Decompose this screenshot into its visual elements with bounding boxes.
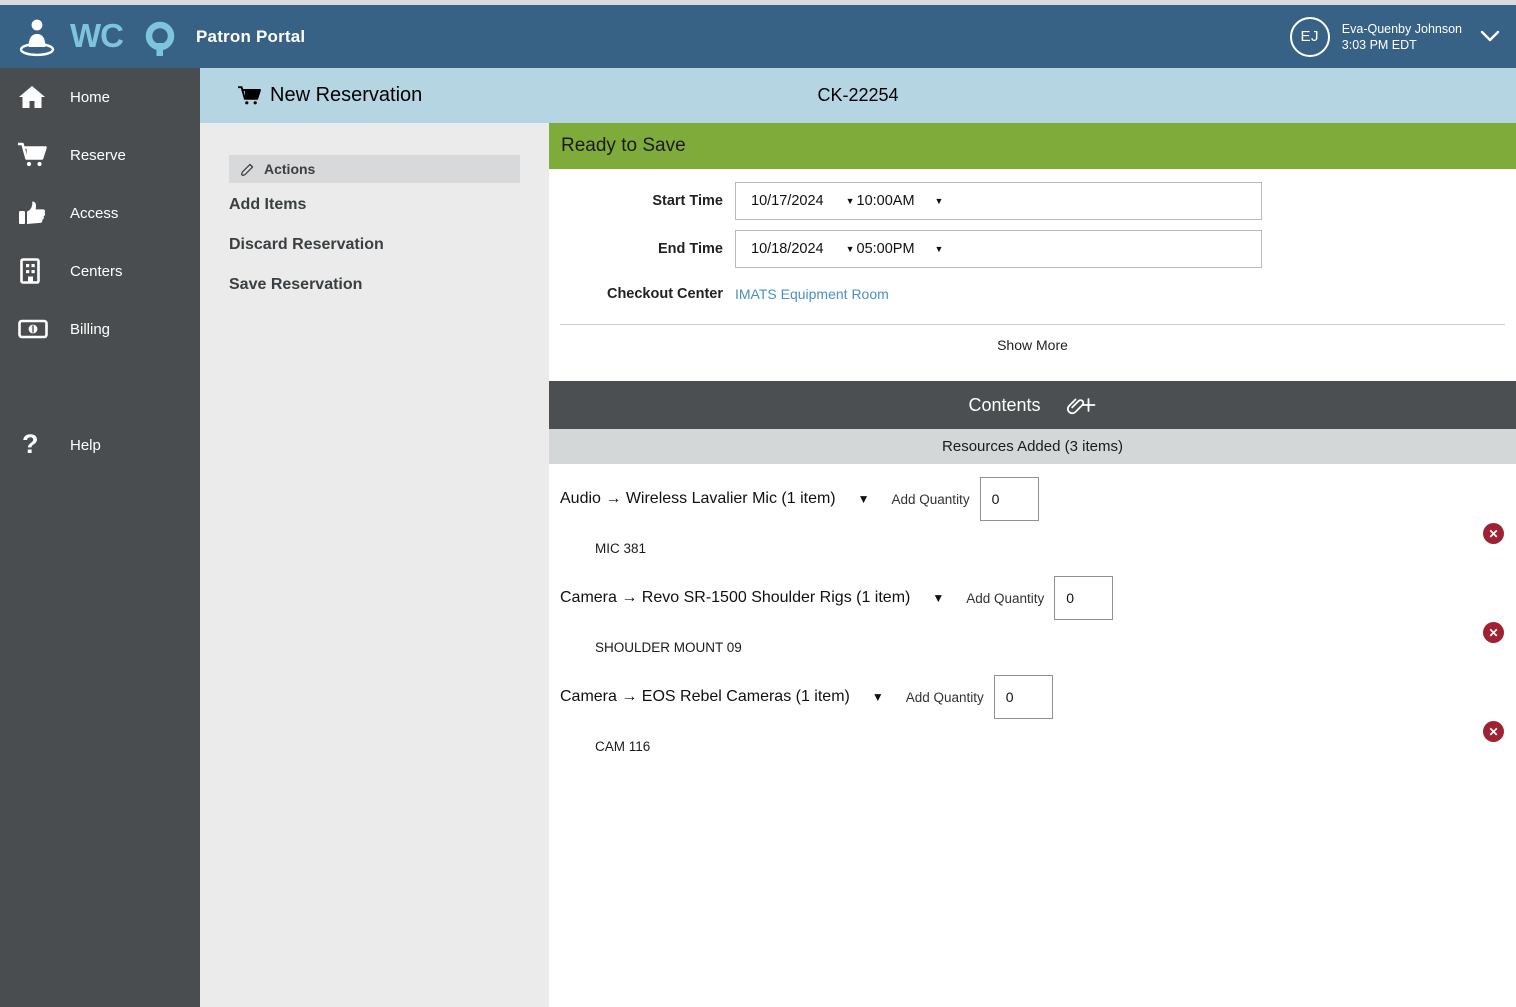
home-icon	[18, 84, 54, 110]
user-time: 3:03 PM EDT	[1341, 37, 1417, 52]
caret-down-icon[interactable]: ▼	[935, 244, 944, 254]
start-time-value[interactable]: 10:00AM	[857, 193, 915, 209]
checkout-center-label: Checkout Center	[606, 286, 723, 302]
action-add-items[interactable]: Add Items	[229, 196, 306, 214]
sidebar-item-label: Centers	[70, 262, 123, 280]
sidebar-item-billing[interactable]: Billing	[0, 300, 200, 358]
wco-wordmark: WC	[70, 17, 182, 57]
resource-item-tag: MIC 381	[595, 541, 647, 556]
end-time-field[interactable]: 10/18/2024 ▼ 05:00PM ▼	[735, 230, 1262, 268]
remove-circle-icon[interactable]: ✕	[1483, 721, 1504, 742]
sidebar-item-centers[interactable]: Centers	[0, 242, 200, 300]
add-quantity-input[interactable]	[979, 477, 1039, 521]
action-save-reservation[interactable]: Save Reservation	[229, 276, 362, 294]
remove-circle-icon[interactable]: ✕	[1483, 523, 1504, 544]
end-time-value[interactable]: 05:00PM	[857, 241, 915, 257]
remove-circle-icon[interactable]: ✕	[1483, 622, 1504, 643]
main-content: Ready to Save Start Time 10/17/2024 ▼ 10…	[549, 123, 1516, 1007]
caret-down-icon[interactable]: ▼	[846, 196, 855, 206]
thumbs-up-icon	[18, 200, 54, 226]
end-time-row: End Time 10/18/2024 ▼ 05:00PM ▼	[549, 230, 1516, 268]
resource-row: Camera → Revo SR-1500 Shoulder Rigs (1 i…	[549, 572, 1516, 624]
sidebar-nav: Home Reserve Access Centers Billing ? He…	[0, 68, 200, 1007]
add-quantity-input[interactable]	[1054, 576, 1114, 620]
page-title: New Reservation	[238, 84, 422, 107]
sidebar-item-label: Access	[70, 204, 119, 222]
status-banner: Ready to Save	[549, 123, 1516, 169]
wco-person-logo-icon	[14, 15, 60, 59]
pencil-icon	[240, 162, 255, 177]
caret-down-icon[interactable]: ▼	[932, 591, 944, 605]
checkout-center-link[interactable]: IMATS Equipment Room	[735, 286, 889, 302]
question-mark-icon: ?	[18, 431, 54, 459]
reservation-form: Start Time 10/17/2024 ▼ 10:00AM ▼ End Ti…	[549, 169, 1516, 365]
caret-down-icon[interactable]: ▼	[872, 690, 884, 704]
contents-header: Contents	[549, 381, 1516, 429]
paperclip-plus-icon[interactable]	[1063, 394, 1097, 416]
end-date-value[interactable]: 10/18/2024	[751, 241, 824, 257]
show-more-button[interactable]: Show More	[549, 325, 1516, 365]
resource-name: Audio → Wireless Lavalier Mic (1 item)	[560, 490, 836, 507]
resource-item-tag: CAM 116	[595, 739, 651, 754]
shopping-cart-icon	[18, 142, 54, 168]
resource-list: Audio → Wireless Lavalier Mic (1 item) ▼…	[549, 464, 1516, 770]
sidebar-item-label: Help	[70, 436, 101, 454]
brand-logo[interactable]: WC Patron Portal	[0, 15, 305, 59]
actions-heading: Actions	[229, 155, 520, 183]
sidebar-item-label: Reserve	[70, 146, 126, 164]
page-title-text: New Reservation	[270, 84, 423, 106]
sidebar-item-label: Billing	[70, 320, 111, 338]
user-name: Eva-Quenby Johnson	[1341, 21, 1462, 36]
product-name: Patron Portal	[196, 26, 306, 46]
resource-name: Camera → Revo SR-1500 Shoulder Rigs (1 i…	[560, 589, 911, 606]
sidebar-item-label: Home	[70, 88, 111, 106]
action-discard-reservation[interactable]: Discard Reservation	[229, 236, 384, 254]
resources-added-label: Resources Added (3 items)	[549, 429, 1516, 464]
start-date-value[interactable]: 10/17/2024	[751, 193, 824, 209]
checkout-center-row: Checkout Center IMATS Equipment Room	[549, 286, 1516, 302]
caret-down-icon[interactable]: ▼	[935, 196, 944, 206]
resource-row: Audio → Wireless Lavalier Mic (1 item) ▼…	[549, 473, 1516, 525]
caret-down-icon[interactable]: ▼	[846, 244, 855, 254]
add-quantity-input[interactable]	[993, 675, 1053, 719]
resource-row: Camera → EOS Rebel Cameras (1 item) ▼ Ad…	[549, 671, 1516, 723]
contents-title: Contents	[968, 394, 1041, 415]
sidebar-item-home[interactable]: Home	[0, 68, 200, 126]
add-quantity-label: Add Quantity	[891, 491, 970, 507]
page-header: New Reservation CK-22254	[200, 68, 1516, 123]
start-time-label: Start Time	[652, 193, 723, 209]
top-header-bar: WC Patron Portal EJ Eva-Quenby Johnson 3…	[0, 5, 1516, 68]
chevron-down-icon[interactable]	[1480, 27, 1500, 47]
add-quantity-label: Add Quantity	[966, 590, 1045, 606]
add-quantity-label: Add Quantity	[905, 689, 984, 705]
avatar: EJ	[1289, 16, 1330, 57]
shopping-cart-icon	[238, 85, 262, 107]
resource-name: Camera → EOS Rebel Cameras (1 item)	[560, 688, 850, 705]
user-info: Eva-Quenby Johnson 3:03 PM EDT	[1342, 21, 1462, 53]
svg-text:?: ?	[22, 431, 39, 459]
app-root: WC Patron Portal EJ Eva-Quenby Johnson 3…	[0, 0, 1516, 1007]
sidebar-item-reserve[interactable]: Reserve	[0, 126, 200, 184]
actions-heading-label: Actions	[264, 161, 316, 177]
resource-item-tag: SHOULDER MOUNT 09	[595, 640, 742, 655]
start-time-row: Start Time 10/17/2024 ▼ 10:00AM ▼	[549, 182, 1516, 220]
sidebar-item-access[interactable]: Access	[0, 184, 200, 242]
svg-text:WC: WC	[70, 17, 123, 54]
user-menu[interactable]: EJ Eva-Quenby Johnson 3:03 PM EDT	[1289, 5, 1506, 68]
start-time-field[interactable]: 10/17/2024 ▼ 10:00AM ▼	[735, 182, 1262, 220]
actions-panel: Actions Add Items Discard Reservation Sa…	[200, 123, 549, 1007]
end-time-label: End Time	[658, 241, 723, 257]
money-bill-icon	[18, 318, 54, 340]
building-icon	[18, 258, 54, 284]
sidebar-item-help[interactable]: ? Help	[0, 416, 200, 474]
caret-down-icon[interactable]: ▼	[858, 492, 870, 506]
